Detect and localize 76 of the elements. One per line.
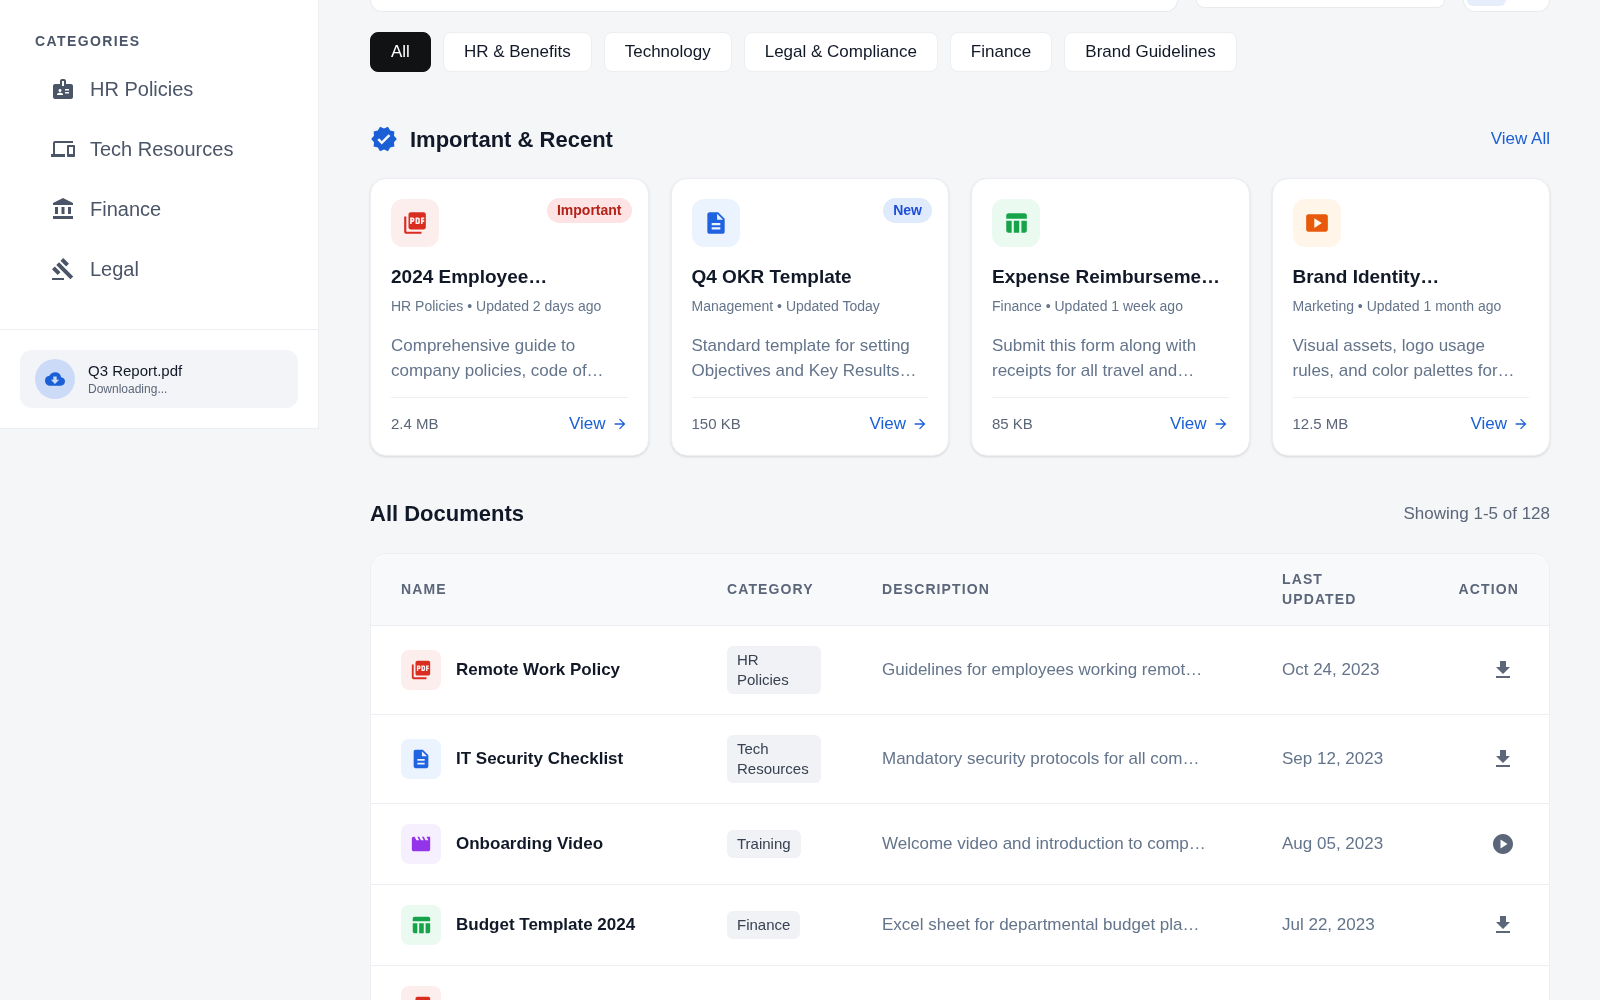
filter-chip[interactable]: HR & Benefits bbox=[442, 32, 592, 72]
view-link[interactable]: View bbox=[1169, 411, 1229, 437]
column-header: DESCRIPTION bbox=[882, 580, 990, 599]
card-title: Q4 OKR Template bbox=[691, 265, 853, 289]
toggle-tile[interactable] bbox=[1467, 0, 1506, 6]
table-cell-text: Sep 12, 2023 bbox=[1282, 747, 1384, 770]
play-icon bbox=[1491, 831, 1515, 856]
column-header: NAME bbox=[401, 580, 447, 599]
document-icon bbox=[401, 738, 441, 779]
verified-badge-icon bbox=[370, 125, 398, 153]
status-badge: Important bbox=[546, 198, 632, 223]
sidebar-item[interactable]: Finance bbox=[35, 185, 283, 233]
gavel-icon bbox=[51, 257, 75, 281]
card-meta: HR Policies • Updated 2 days ago bbox=[391, 297, 603, 315]
column-header: ACTION bbox=[1458, 580, 1519, 599]
filter-chip[interactable]: Finance bbox=[949, 32, 1053, 72]
sidebar-heading: CATEGORIES bbox=[35, 33, 142, 49]
file-size: 85 KB bbox=[992, 413, 1033, 434]
column-header: LAST UPDATED bbox=[1282, 570, 1358, 609]
sidebar-item[interactable]: HR Policies bbox=[35, 65, 283, 113]
status-badge: New bbox=[883, 198, 932, 223]
results-count: Showing 1-5 of 128 bbox=[1403, 502, 1550, 525]
section-title: All Documents bbox=[370, 500, 525, 528]
sidebar-item[interactable]: Tech Resources bbox=[35, 125, 283, 173]
table-cell-text: Guidelines for employees working remot… bbox=[882, 658, 1203, 681]
filter-chip[interactable]: All bbox=[370, 32, 431, 72]
table-cell-text: Excel sheet for departmental budget pla… bbox=[882, 913, 1200, 936]
download-status: Downloading... bbox=[88, 381, 169, 397]
table-cell-text: Aug 05, 2023 bbox=[1282, 832, 1384, 855]
view-all-link[interactable]: View All bbox=[1490, 126, 1550, 152]
category-tag: Tech Resources bbox=[727, 734, 821, 783]
document-name: Onboarding Video bbox=[456, 832, 604, 855]
cloud-download-icon bbox=[35, 359, 75, 399]
table-cell-text: Mandatory security protocols for all com… bbox=[882, 747, 1200, 770]
view-link[interactable]: View bbox=[869, 411, 928, 437]
category-tag: Finance bbox=[727, 910, 801, 939]
view-link[interactable]: View bbox=[568, 411, 628, 437]
clapperboard-icon bbox=[401, 823, 441, 864]
column-header: CATEGORY bbox=[727, 580, 814, 599]
card-title: 2024 Employee… bbox=[391, 265, 549, 289]
section-title: Important & Recent bbox=[410, 125, 613, 154]
document-name: Budget Template 2024 bbox=[456, 913, 636, 936]
filter-chip[interactable]: Legal & Compliance bbox=[743, 32, 938, 72]
card-meta: Finance • Updated 1 week ago bbox=[992, 297, 1184, 315]
table-cell-text: Jul 22, 2023 bbox=[1282, 913, 1375, 936]
document-icon bbox=[691, 199, 740, 247]
table-cell-text: Oct 24, 2023 bbox=[1282, 658, 1380, 681]
id-badge-icon bbox=[51, 77, 75, 101]
table-icon bbox=[401, 904, 441, 945]
play-button[interactable] bbox=[1491, 831, 1515, 856]
document-name: IT Security Checklist bbox=[456, 747, 624, 770]
card-description: Visual assets, logo usage rules, and color palettes for… bbox=[1292, 335, 1516, 382]
category-tag: HR Policies bbox=[727, 645, 821, 694]
bank-icon bbox=[51, 197, 75, 221]
card-meta: Marketing • Updated 1 month ago bbox=[1292, 297, 1503, 315]
file-size: 150 KB bbox=[691, 413, 741, 434]
card-description: Comprehensive guide to company policies, code of… bbox=[391, 335, 605, 382]
card-title: Brand Identity… bbox=[1292, 265, 1441, 289]
filter-chip[interactable]: Brand Guidelines bbox=[1064, 32, 1237, 72]
filter-chip[interactable]: Technology bbox=[603, 32, 732, 72]
card-description: Submit this form along with receipts for all travel and… bbox=[992, 335, 1198, 382]
pdf-icon bbox=[401, 649, 441, 690]
view-link[interactable]: View bbox=[1470, 411, 1529, 437]
table-icon bbox=[992, 199, 1040, 247]
play-square-icon bbox=[1292, 199, 1341, 247]
file-size: 2.4 MB bbox=[391, 413, 439, 434]
pdf-icon bbox=[391, 199, 439, 247]
file-name: Q3 Report.pdf bbox=[88, 361, 183, 381]
card-description: Standard template for setting Objectives and Key Results… bbox=[691, 335, 918, 382]
card-meta: Management • Updated Today bbox=[691, 297, 881, 315]
file-size: 12.5 MB bbox=[1292, 413, 1349, 434]
table-cell-text: Welcome video and introduction to comp… bbox=[882, 832, 1206, 855]
category-tag: Training bbox=[727, 829, 801, 858]
sidebar-item[interactable]: Legal bbox=[35, 245, 283, 293]
card-title: Expense Reimburseme… bbox=[992, 265, 1222, 289]
document-name: Remote Work Policy bbox=[456, 658, 621, 681]
